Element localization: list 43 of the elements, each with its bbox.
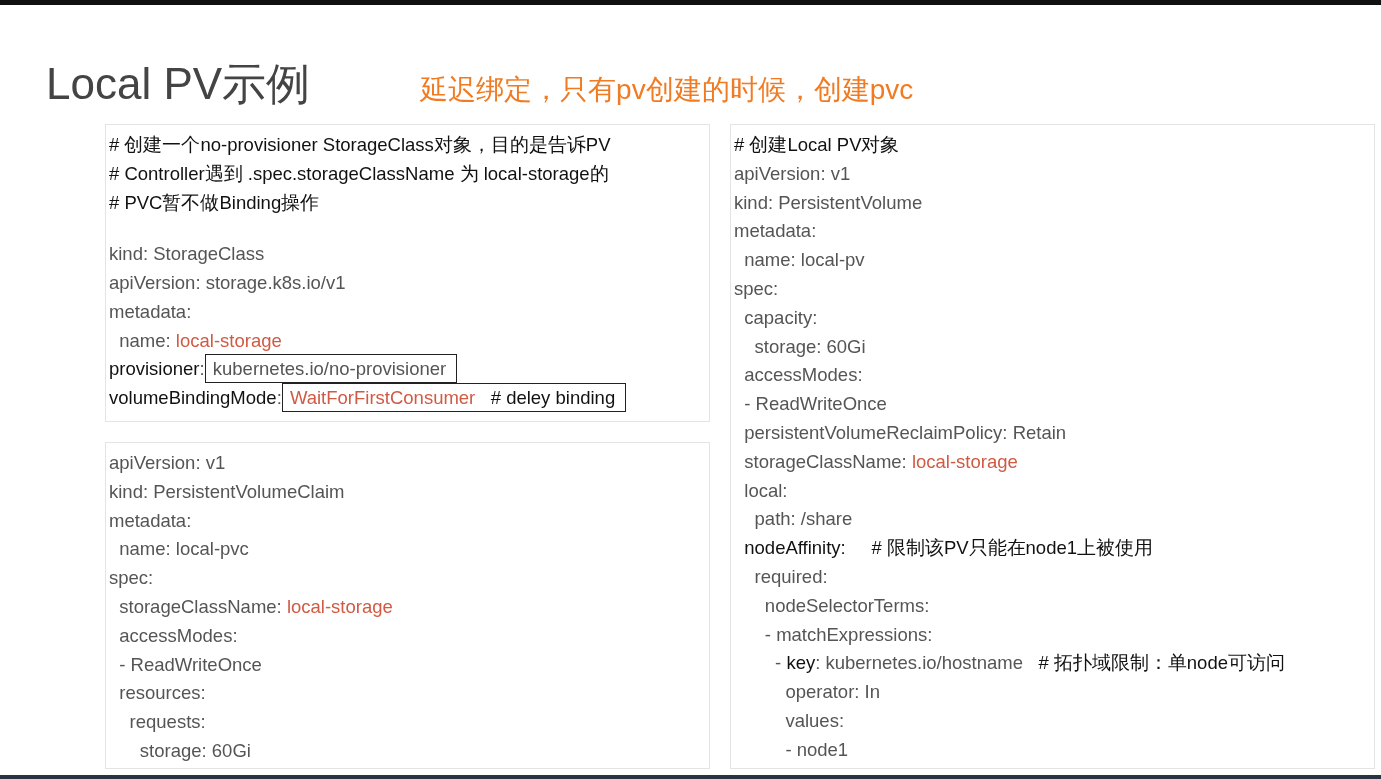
code-line: storageClassName: local-storage xyxy=(743,449,1019,474)
code-line: - key: kubernetes.io/hostname # 拓扑域限制：单node可访问 xyxy=(774,651,1286,676)
slide-title: Local PV示例 xyxy=(46,58,311,110)
code-line: provisioner: kubernetes.io/no-provisioner xyxy=(109,355,709,385)
code-line: nodeSelectorTerms: xyxy=(763,593,931,618)
code-line: persistentVolumeReclaimPolicy: Retain xyxy=(743,420,1068,445)
code-line: apiVersion: storage.k8s.io/v1 xyxy=(109,271,347,295)
code-line: metadata: xyxy=(109,299,193,324)
code-line: - node1 xyxy=(784,737,850,762)
code-line: name: local-pvc xyxy=(118,537,250,562)
code-line: - ReadWriteOnce xyxy=(743,392,888,417)
code-line: requests: xyxy=(128,710,207,735)
code-line: - matchExpressions: xyxy=(763,622,934,647)
code-line: spec: xyxy=(109,566,155,591)
code-line: kind: StorageClass xyxy=(109,242,266,267)
code-line: path: /share xyxy=(753,507,854,532)
code-line: # PVC暂不做Binding操作 xyxy=(109,190,321,215)
code-line: name: local-storage xyxy=(118,328,283,353)
code-line: # 创建Local PV对象 xyxy=(734,133,901,157)
code-line: apiVersion: v1 xyxy=(734,161,852,186)
code-line: storage: 60Gi xyxy=(753,334,867,359)
code-line: kind: PersistentVolume xyxy=(734,190,924,215)
code-line: storage: 60Gi xyxy=(138,738,252,763)
code-line: metadata: xyxy=(109,508,193,533)
code-line: accessModes: xyxy=(118,623,239,648)
code-line: resources: xyxy=(118,681,207,706)
code-line: required: xyxy=(753,564,829,589)
code-line: name: local-pv xyxy=(743,248,866,273)
code-line: - ReadWriteOnce xyxy=(118,652,263,677)
code-line: apiVersion: v1 xyxy=(109,451,227,475)
code-line: spec: xyxy=(734,277,780,301)
code-line: nodeAffinity: # 限制该PV只能在node1上被使用 xyxy=(743,536,1155,561)
code-line: # 创建一个no-provisioner StorageClass对象，目的是告诉PV xyxy=(109,133,612,157)
code-line: accessModes: xyxy=(743,363,864,388)
annotation-text: 延迟绑定，只有pv创建的时候，创建pvc xyxy=(420,73,914,107)
code-line: operator: In xyxy=(784,680,881,705)
code-line: # Controller遇到 .spec.storageClassName 为 local-storage的 xyxy=(109,161,610,186)
code-line: capacity: xyxy=(743,305,819,330)
code-line: local: xyxy=(743,478,789,503)
code-line: values: xyxy=(784,708,845,733)
code-line: kind: PersistentVolumeClaim xyxy=(109,479,346,504)
code-line: metadata: xyxy=(734,219,818,244)
code-line: storageClassName: local-storage xyxy=(118,595,394,619)
